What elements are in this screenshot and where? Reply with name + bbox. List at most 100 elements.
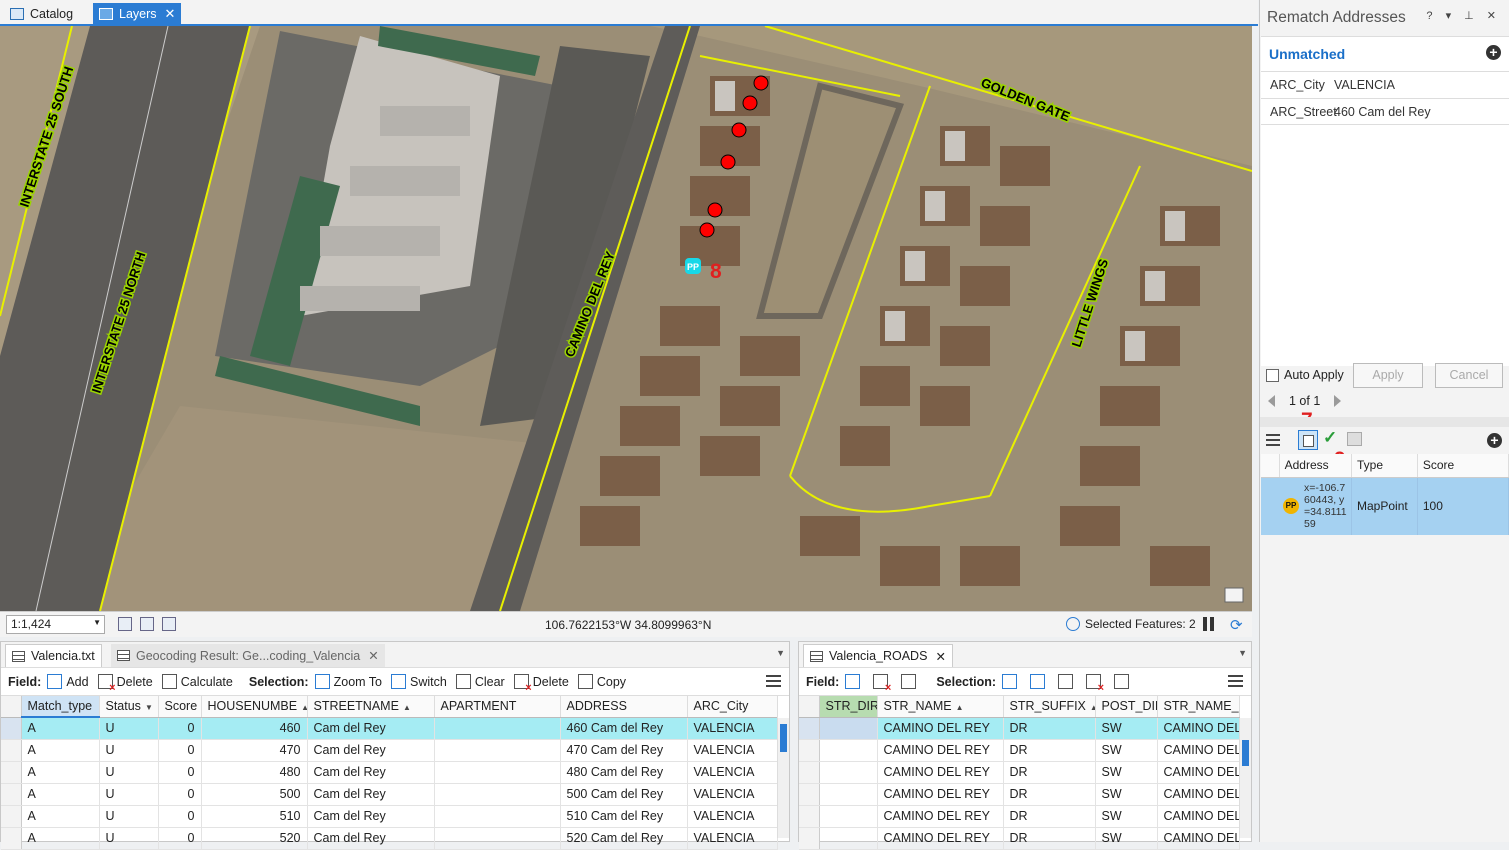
table-cell[interactable] (819, 783, 878, 806)
geocoded-point[interactable] (742, 95, 758, 111)
field-row-arc-city[interactable]: ARC_City VALENCIA (1261, 71, 1509, 98)
add-icon[interactable]: + (1486, 45, 1501, 60)
tab-valencia-roads[interactable]: Valencia_ROADS ✕ (803, 644, 953, 667)
row-selector[interactable] (1, 827, 22, 850)
table-cell[interactable]: CAMINO DEL REY (877, 783, 1004, 806)
table-cell[interactable]: DR (1003, 717, 1096, 740)
table-row[interactable]: CAMINO DEL REYDRSWCAMINO DEL R (799, 717, 1240, 740)
auto-apply-checkbox[interactable]: Auto Apply (1266, 368, 1344, 382)
add-field-button[interactable] (845, 674, 864, 689)
tab-valencia-txt[interactable]: Valencia.txt (5, 644, 102, 667)
menu-icon[interactable] (1266, 434, 1280, 446)
column-header[interactable]: Status ▼ (99, 696, 159, 718)
column-header[interactable]: Match_type (21, 696, 100, 718)
map-canvas[interactable]: INTERSTATE 25 SOUTH INTERSTATE 25 NORTH … (0, 26, 1252, 611)
row-selector[interactable] (799, 717, 820, 740)
table-cell[interactable]: 0 (158, 827, 202, 850)
zoom-to-button[interactable] (1002, 674, 1021, 689)
table-cell[interactable] (819, 761, 878, 784)
table-cell[interactable]: Cam del Rey (307, 783, 435, 806)
scale-select[interactable]: 1:1,424 ▼ (6, 615, 105, 634)
table-cell[interactable]: 470 (201, 739, 308, 762)
table-cell[interactable]: VALENCIA (687, 761, 778, 784)
table-cell[interactable]: VALENCIA (687, 783, 778, 806)
clear-selection-button[interactable]: Clear (455, 674, 505, 689)
table-row[interactable]: CAMINO DEL REYDRSWCAMINO DEL R (799, 739, 1240, 762)
table-cell[interactable]: DR (1003, 761, 1096, 784)
column-header[interactable]: STREETNAME ▲ (307, 696, 435, 718)
table-cell[interactable] (434, 783, 561, 806)
table-menu-icon[interactable] (766, 675, 781, 687)
table-row[interactable]: CAMINO DEL REYDRSWCAMINO DEL R (799, 783, 1240, 806)
navigate-icon[interactable] (140, 617, 154, 631)
next-icon[interactable] (1334, 395, 1342, 407)
column-header[interactable]: Score (158, 696, 202, 718)
table-cell[interactable]: 460 (201, 717, 308, 740)
table-row[interactable]: A U 0 480 Cam del Rey 480 Cam del Rey VALENCIA (1, 761, 778, 784)
table-cell[interactable]: 470 Cam del Rey (560, 739, 688, 762)
table-row[interactable]: CAMINO DEL REYDRSWCAMINO DEL R (799, 761, 1240, 784)
clear-selection-button[interactable] (1058, 674, 1077, 689)
table-cell[interactable]: SW (1095, 783, 1158, 806)
geocoded-point[interactable] (731, 122, 747, 138)
table-row[interactable]: A U 0 460 Cam del Rey 460 Cam del Rey VALENCIA (1, 717, 778, 740)
table-row[interactable]: A U 0 510 Cam del Rey 510 Cam del Rey VALENCIA (1, 805, 778, 828)
table-row[interactable]: A U 0 500 Cam del Rey 500 Cam del Rey VALENCIA (1, 783, 778, 806)
pane-controls[interactable]: ? ▾ ⊥ ✕ (1426, 9, 1501, 22)
table-cell[interactable]: 460 Cam del Rey (560, 717, 688, 740)
table-cell[interactable]: SW (1095, 827, 1158, 850)
geocoded-point[interactable] (720, 154, 736, 170)
add-point-icon[interactable] (1347, 432, 1362, 446)
calculate-field-button[interactable] (901, 674, 920, 689)
row-selector[interactable] (1, 783, 22, 806)
row-selector[interactable] (799, 739, 820, 762)
table-cell[interactable]: 0 (158, 717, 202, 740)
table-corner[interactable] (799, 696, 820, 718)
column-header[interactable]: Score (1417, 454, 1509, 478)
table-cell[interactable]: CAMINO DEL R (1157, 827, 1240, 850)
table-cell[interactable]: CAMINO DEL REY (877, 761, 1004, 784)
table-cell[interactable]: 480 Cam del Rey (560, 761, 688, 784)
column-header[interactable]: APARTMENT (434, 696, 561, 718)
tab-geocoding-result[interactable]: Geocoding Result: Ge...coding_Valencia ✕ (111, 644, 385, 667)
column-header[interactable]: STR_SUFFIX▲ (1003, 696, 1096, 718)
column-header[interactable]: Address (1279, 454, 1353, 478)
table-cell[interactable]: A (21, 739, 100, 762)
copy-selection-button[interactable]: Copy (577, 674, 626, 689)
table-cell[interactable]: CAMINO DEL R (1157, 739, 1240, 762)
grid-snap-icon[interactable] (118, 617, 132, 631)
row-selector[interactable] (799, 761, 820, 784)
row-selector[interactable] (1, 717, 22, 740)
delete-selection-button[interactable]: Delete (513, 674, 569, 694)
row-selector[interactable] (1, 805, 22, 828)
checkmark-icon[interactable]: ✓ (1323, 428, 1337, 448)
table-cell[interactable]: U (99, 739, 159, 762)
field-row-arc-street[interactable]: ARC_Street 460 Cam del Rey (1261, 98, 1509, 125)
row-selector[interactable] (1, 761, 22, 784)
delete-field-button[interactable]: Delete (97, 674, 153, 694)
table-cell[interactable]: DR (1003, 827, 1096, 850)
field-value[interactable]: VALENCIA (1334, 78, 1395, 92)
delete-selection-button[interactable] (1086, 674, 1105, 694)
refresh-icon[interactable]: ⟳ (1230, 616, 1243, 634)
table-cell[interactable] (434, 805, 561, 828)
table-cell[interactable]: U (99, 827, 159, 850)
table-cell[interactable]: Cam del Rey (307, 739, 435, 762)
table-cell[interactable]: 510 Cam del Rey (560, 805, 688, 828)
table-cell[interactable] (819, 805, 878, 828)
table-cell[interactable]: DR (1003, 739, 1096, 762)
table-cell[interactable]: CAMINO DEL R (1157, 761, 1240, 784)
previous-icon[interactable] (1268, 395, 1275, 407)
table-cell[interactable] (434, 739, 561, 762)
geocoded-point[interactable] (753, 75, 769, 91)
apply-button[interactable]: Apply (1353, 363, 1423, 388)
switch-selection-button[interactable]: Switch (391, 674, 447, 689)
tab-layers[interactable]: Layers ✕ (93, 3, 182, 25)
chevron-down-icon[interactable]: ▼ (1238, 648, 1247, 658)
table-scrollbar[interactable] (1239, 718, 1251, 838)
cancel-button[interactable]: Cancel (1435, 363, 1503, 388)
zoom-to-button[interactable]: Zoom To (314, 674, 382, 689)
chevron-down-icon[interactable]: ▼ (776, 648, 785, 658)
table-cell[interactable] (819, 827, 878, 850)
column-header[interactable]: ARC_City (687, 696, 778, 718)
